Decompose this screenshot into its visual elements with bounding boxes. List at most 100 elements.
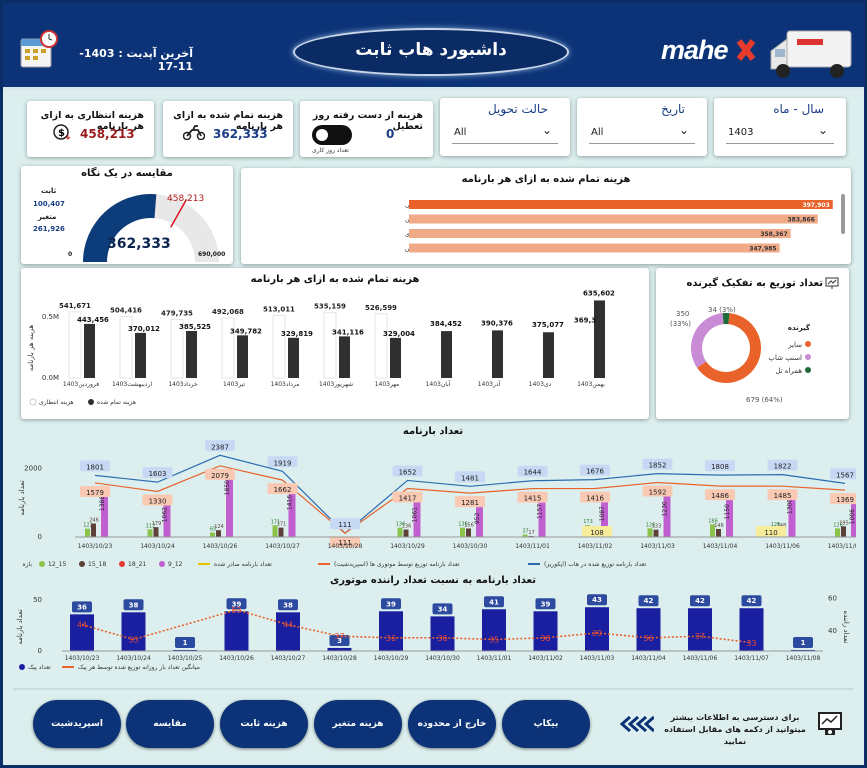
month-label: اردیبهشت1403 [112, 381, 152, 388]
month-label: مرداد1403 [271, 381, 300, 388]
dashboard-title-pill: داشبورد هاب ثابت [293, 28, 569, 76]
rider-date: 1403/10/27 [271, 655, 306, 662]
slicer-date-label: تاریخ [661, 102, 685, 116]
waybill-date: 1403/11/01 [515, 543, 550, 550]
chevron-down-icon: ⌄ [678, 123, 689, 137]
kpi-pending-card: هزینه انتظاری به ازای هر بارنامه $ 458,2… [27, 101, 154, 157]
bar-15-18 [216, 530, 221, 537]
month-label: خرداد1403 [168, 381, 198, 388]
bar-9-12-value: 1062 [162, 507, 169, 522]
workday-toggle-label: تعداد روز کاری [312, 147, 349, 154]
gauge-value: 362,333 [107, 236, 171, 252]
finished-value: 390,376 [481, 319, 513, 327]
recipient-donut-card: تعداد توزیع به تفکیک گیرنده 34 (3%) 350 (3… [656, 268, 849, 419]
branch-bar-value: 397,903 [802, 202, 829, 209]
extra-label: 108 [590, 529, 603, 537]
legend-expected-dot [29, 398, 37, 406]
waybill-date: 1403/10/30 [453, 543, 488, 550]
total-label: 1676 [586, 468, 604, 476]
slicer-delivery-label: حالت تحویل [487, 102, 548, 116]
last-update: آخرین آپدیت : 1403-11-17 [79, 47, 193, 73]
avg-label: 39 [592, 629, 602, 638]
total-label: 111 [338, 521, 351, 529]
branch-bar [409, 229, 791, 238]
rider-date: 1403/10/25 [168, 655, 203, 662]
bar-15-18-value: 179 [152, 521, 162, 527]
expected-value: 535,159 [314, 303, 346, 311]
peak-bar [636, 608, 661, 651]
motorbike-icon [183, 125, 205, 140]
nav-button-variable-cost[interactable]: هزینه متغیر [314, 700, 402, 748]
bar-15-18 [153, 527, 159, 537]
donut-legend-dot [805, 341, 811, 347]
expected-bar [272, 314, 286, 379]
spreadsheet-label: 1417 [399, 494, 417, 502]
bar-15-18-value: 156 [464, 522, 474, 528]
slicer-delivery-dropdown[interactable]: All ⌄ [452, 122, 558, 144]
finished-bar [339, 336, 350, 378]
peak-label: 1 [801, 639, 806, 647]
nav-button-fixed-cost[interactable]: هزینه ثابت [220, 700, 308, 748]
avg-label: 44 [283, 621, 293, 630]
slicer-year-month[interactable]: سال - ماه 1403 ⌄ [714, 98, 846, 156]
nav-button-out-of-range[interactable]: خارج از محدوده [408, 700, 496, 748]
finished-value: 329,819 [281, 330, 313, 338]
waybill-chart: تعداد بارنامه020001388122246180115791403… [18, 440, 856, 568]
gauge-fixed-label: ثابت [41, 187, 57, 195]
finished-bar [492, 330, 503, 378]
finished-bar [84, 323, 95, 378]
rider-date: 1403/11/08 [786, 655, 821, 662]
bar-15-18 [841, 526, 846, 537]
donut-legend-dot [805, 367, 811, 373]
bar-9-12-value: 1388 [99, 496, 106, 511]
peak-label: 42 [695, 597, 705, 605]
workday-toggle[interactable] [312, 125, 352, 145]
legend-finished: هزینه تمام شده [97, 399, 136, 406]
month-label: شهریور1403 [319, 381, 353, 388]
gauge-card: مقایسه در یک نگاه ثابت 100,407 متغیر 261… [21, 166, 233, 264]
waybill-legend-item: 12_15 [48, 561, 66, 568]
spreadsheet-label: 2079 [211, 472, 229, 480]
monthly-ytick: 0.0M [42, 374, 59, 382]
chevron-down-icon: ⌄ [817, 123, 828, 137]
waybill-date: 1403/11/03 [640, 543, 675, 550]
slicer-date-dropdown[interactable]: All ⌄ [589, 122, 695, 144]
legend-expected: هزینه انتظاری [39, 399, 74, 406]
waybill-ytick: 2000 [24, 465, 42, 473]
bar-12-15 [210, 532, 215, 537]
slicer-date[interactable]: تاریخ All ⌄ [577, 98, 707, 156]
bar-12-15 [85, 528, 90, 537]
peak-label: 34 [438, 605, 448, 613]
finished-value: 375,077 [532, 321, 564, 329]
kpi-pending-value: 458,213 [80, 127, 135, 141]
total-label: 1801 [86, 463, 104, 471]
donut-legend-item: سایر [787, 341, 802, 349]
peak-label: 38 [129, 601, 139, 609]
waybill-date: 1403/11/06 [765, 543, 800, 550]
slicer-year-month-dropdown[interactable]: 1403 ⌄ [726, 122, 834, 144]
donut-legend-item: همراه تل [775, 367, 802, 375]
branch-bar-chart: تهران - شعبه توزیع جنت آباد شمالی397,903… [405, 200, 833, 253]
calendar-icon [20, 30, 58, 68]
donut-title: تعداد توزیع به تفکیک گیرنده [686, 278, 824, 289]
peak-label: 42 [644, 597, 654, 605]
avg-label: 37 [695, 632, 705, 641]
bar-12-15 [835, 528, 840, 537]
spreadsheet-label: 1281 [461, 499, 479, 507]
slicer-delivery[interactable]: حالت تحویل All ⌄ [440, 98, 570, 156]
waybill-legend-item: تعداد بارنامه صادر شده [214, 561, 272, 568]
monthly-ylabel: هزینه هر بارنامه [27, 324, 35, 371]
nav-button-backup[interactable]: بیکاپ [502, 700, 590, 748]
peak-bar [276, 612, 300, 651]
branch-scrollbar[interactable] [841, 194, 845, 234]
spreadsheet-label: 1369 [836, 496, 854, 504]
nav-button-compare[interactable]: مقایسه [126, 700, 214, 748]
avg-label: 35 [489, 635, 499, 644]
bar-9-12-value: 1230 [662, 501, 669, 516]
waybill-legend-dot [159, 561, 165, 567]
rider-date: 1403/10/23 [65, 655, 100, 662]
bar-15-18-value: 136 [402, 524, 412, 530]
nav-button-spreadsheet[interactable]: اسپریدشیت [33, 700, 121, 748]
waybill-ytick: 0 [38, 533, 42, 541]
bar-15-18 [91, 523, 96, 537]
